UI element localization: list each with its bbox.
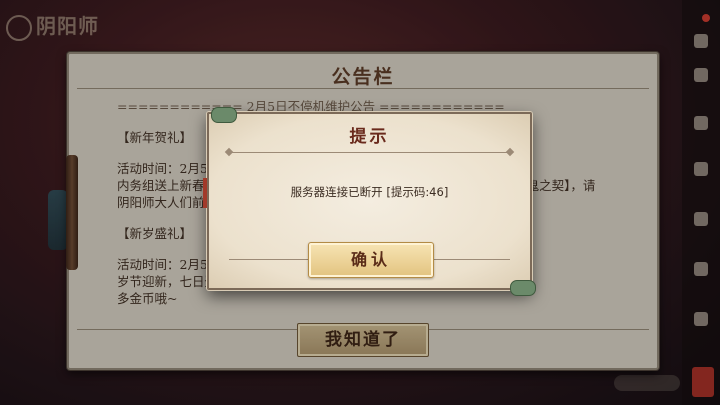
board-title: 公告栏 <box>331 66 395 88</box>
event-desc-2-cont: 多金币哦~ <box>117 291 178 306</box>
cloud-ornament-icon <box>510 280 536 296</box>
floating-assistant-icon[interactable] <box>692 367 714 397</box>
side-item-save[interactable] <box>688 212 714 228</box>
scroll-tassel-icon <box>48 190 68 250</box>
side-item-user[interactable] <box>688 34 714 50</box>
dialog-message: 服务器连接已断开 [提示码:46] <box>290 185 449 199</box>
game-logo: 阴阳师 <box>6 10 99 41</box>
side-item-announcement[interactable] <box>688 68 714 84</box>
board-divider-top <box>77 88 649 89</box>
user-icon <box>694 34 708 48</box>
scroll-rod-icon <box>66 155 78 270</box>
dialog-divider <box>229 152 510 153</box>
dialog-title: 提示 <box>349 127 390 147</box>
logo-seal-icon <box>6 14 32 41</box>
confirm-button[interactable]: 确认 <box>308 242 434 278</box>
side-item-forum[interactable] <box>688 116 714 132</box>
notification-dot-icon <box>702 14 710 22</box>
announcement-icon <box>694 68 708 82</box>
tools-icon <box>694 262 708 276</box>
save-icon <box>694 212 708 226</box>
forum-icon <box>694 116 708 130</box>
i-know-button[interactable]: 我知道了 <box>297 323 429 357</box>
side-menu <box>682 0 720 405</box>
red-tassel-icon <box>203 178 207 208</box>
logo-text: 阴阳师 <box>36 14 99 38</box>
feedback-icon <box>694 162 708 176</box>
bottom-pill-button[interactable] <box>614 375 680 391</box>
side-item-more[interactable] <box>688 312 714 328</box>
alert-dialog: 提示 服务器连接已断开 [提示码:46] 确认 <box>203 107 536 296</box>
more-icon <box>694 312 708 326</box>
side-item-feedback[interactable] <box>688 162 714 178</box>
cloud-ornament-icon <box>211 107 237 123</box>
side-item-tools[interactable] <box>688 262 714 278</box>
